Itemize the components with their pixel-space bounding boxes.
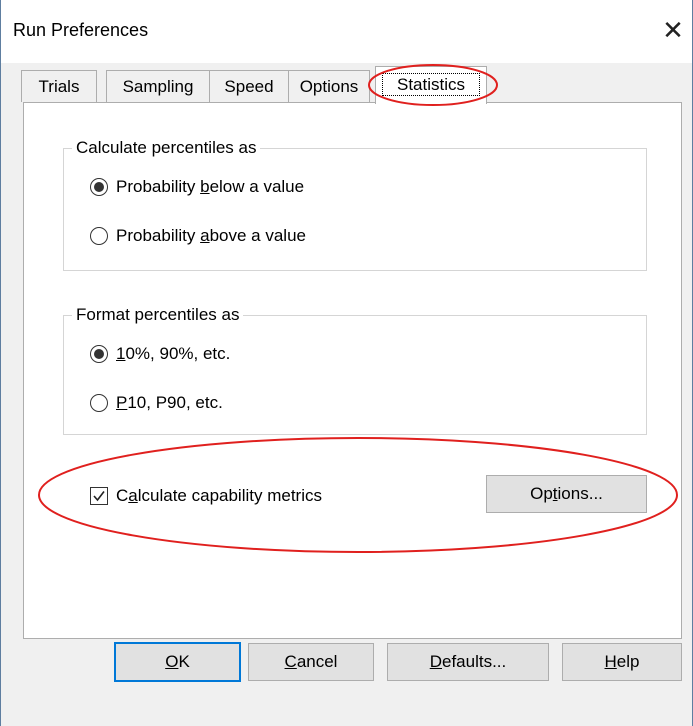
format-group: Format percentiles as <box>63 304 647 435</box>
radio-button[interactable] <box>90 227 108 245</box>
tab-speed[interactable]: Speed <box>209 70 289 102</box>
radio-button[interactable] <box>90 394 108 412</box>
radio-format-p-label: P10, P90, etc. <box>116 393 223 412</box>
radio-probability-above-label: Probability above a value <box>116 226 306 245</box>
help-button[interactable]: Help <box>562 643 682 681</box>
window-title: Run Preferences <box>13 20 149 40</box>
radio-button[interactable] <box>90 178 108 196</box>
percentiles-group: Calculate percentiles as <box>63 137 647 271</box>
tab-trials[interactable]: Trials <box>21 70 97 102</box>
title-bar: Run Preferences ✕ <box>1 0 692 63</box>
tab-statistics[interactable]: Statistics <box>375 66 487 104</box>
close-icon[interactable]: ✕ <box>656 14 690 48</box>
tab-options-label: Options <box>299 77 359 96</box>
capability-options-button[interactable]: Options... <box>486 475 647 513</box>
checkmark-icon <box>93 491 105 502</box>
defaults-button[interactable]: Defaults... <box>387 643 549 681</box>
tab-statistics-label: Statistics <box>396 75 466 94</box>
radio-format-percent-label: 10%, 90%, etc. <box>116 344 231 363</box>
calculate-capability-label: Calculate capability metrics <box>116 486 322 505</box>
radio-dot <box>94 349 104 359</box>
tab-speed-label: Speed <box>224 77 274 96</box>
tab-sampling-label: Sampling <box>122 77 194 96</box>
statistics-panel: Calculate percentiles as Probability bel… <box>23 102 682 639</box>
run-preferences-dialog: Run Preferences ✕ Trials Sampling Speed … <box>0 0 693 726</box>
cancel-button[interactable]: Cancel <box>248 643 374 681</box>
tab-options[interactable]: Options <box>288 70 370 102</box>
radio-dot <box>94 182 104 192</box>
checkbox[interactable] <box>90 487 108 505</box>
radio-button[interactable] <box>90 345 108 363</box>
tab-trials-label: Trials <box>38 77 80 96</box>
ok-button[interactable]: OK <box>114 642 241 682</box>
format-legend: Format percentiles as <box>72 304 244 326</box>
tab-sampling[interactable]: Sampling <box>106 70 210 102</box>
percentiles-legend: Calculate percentiles as <box>72 137 261 159</box>
radio-probability-below-label: Probability below a value <box>116 177 305 196</box>
